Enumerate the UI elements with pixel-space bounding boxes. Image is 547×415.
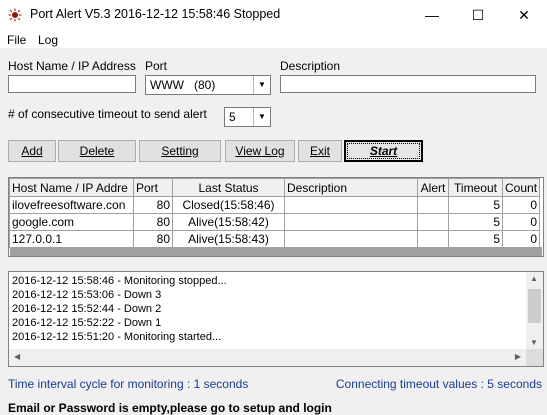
log-textbox[interactable]: 2016-12-12 15:58:46 - Monitoring stopped… (8, 271, 544, 367)
col-header-description[interactable]: Description (284, 178, 418, 197)
chevron-down-icon: ▼ (253, 108, 270, 126)
col-header-host[interactable]: Host Name / IP Addre (9, 178, 134, 197)
cell-count: 0 (501, 196, 541, 214)
port-select-value: WWW (80) (150, 78, 216, 92)
add-button[interactable]: Add (8, 140, 56, 162)
description-label: Description (280, 59, 341, 73)
col-header-port[interactable]: Port (133, 178, 173, 197)
cell-description (284, 213, 418, 231)
cell-timeout: 5 (448, 196, 503, 214)
menu-log[interactable]: Log (38, 33, 58, 47)
start-button[interactable]: Start (344, 140, 423, 162)
cell-description (284, 196, 418, 214)
port-select[interactable]: WWW (80) ▼ (145, 75, 271, 95)
cell-count: 0 (501, 230, 541, 248)
cell-port: 80 (133, 230, 173, 248)
minimize-button[interactable]: — (409, 0, 455, 30)
scroll-down-arrow-icon[interactable]: ▼ (530, 338, 538, 347)
menu-file[interactable]: File (7, 33, 26, 47)
cell-last-status: Alive(15:58:43) (172, 230, 285, 248)
cell-timeout: 5 (448, 213, 503, 231)
timeout-select-value: 5 (229, 110, 236, 124)
log-line: 2016-12-12 15:52:44 - Down 2 (12, 303, 162, 315)
scroll-right-arrow-icon[interactable]: ▶ (515, 352, 521, 361)
host-label: Host Name / IP Address (8, 59, 136, 73)
cell-host: google.com (9, 213, 134, 231)
table-row[interactable]: 127.0.0.1 80 Alive(15:58:43) 5 0 (9, 230, 541, 248)
log-line: 2016-12-12 15:51:20 - Monitoring started… (12, 331, 222, 343)
table-row[interactable]: google.com 80 Alive(15:58:42) 5 0 (9, 213, 541, 231)
view-log-button[interactable]: View Log (225, 140, 295, 162)
timeout-info: Connecting timeout values : 5 seconds (335, 377, 542, 391)
window-title: Port Alert V5.3 2016-12-12 15:58:46 Stop… (30, 7, 281, 21)
description-input[interactable] (280, 75, 536, 93)
hosts-grid[interactable]: Host Name / IP Addre Port Last Status De… (8, 177, 544, 257)
cell-host: 127.0.0.1 (9, 230, 134, 248)
interval-info: Time interval cycle for monitoring : 1 s… (8, 377, 249, 391)
port-label: Port (145, 59, 168, 73)
grid-empty-area (10, 247, 542, 256)
col-header-alert[interactable]: Alert (417, 178, 449, 197)
grid-header-row: Host Name / IP Addre Port Last Status De… (9, 178, 541, 197)
host-input[interactable] (8, 75, 136, 93)
exit-button[interactable]: Exit (298, 140, 342, 162)
cell-host: ilovefreesoftware.con (9, 196, 134, 214)
col-header-count[interactable]: Count (501, 178, 541, 197)
cell-alert (417, 196, 449, 214)
cell-alert (417, 230, 449, 248)
cell-port: 80 (133, 213, 173, 231)
cell-timeout: 5 (448, 230, 503, 248)
col-header-timeout[interactable]: Timeout (448, 178, 503, 197)
chevron-down-icon: ▼ (253, 76, 270, 94)
log-vertical-scrollbar[interactable]: ▲ ▼ (526, 272, 543, 349)
timeout-select[interactable]: 5 ▼ (224, 107, 271, 127)
hosts-table: Host Name / IP Addre Port Last Status De… (9, 178, 541, 248)
scrollbar-thumb[interactable] (528, 289, 541, 323)
app-bug-icon (8, 8, 22, 22)
table-row[interactable]: ilovefreesoftware.con 80 Closed(15:58:46… (9, 196, 541, 214)
delete-button[interactable]: Delete (58, 140, 136, 162)
scroll-left-arrow-icon[interactable]: ◀ (14, 352, 20, 361)
log-line: 2016-12-12 15:52:22 - Down 1 (12, 317, 162, 329)
log-horizontal-scrollbar[interactable]: ◀ ▶ (9, 349, 526, 366)
cell-port: 80 (133, 196, 173, 214)
setting-button[interactable]: Setting (139, 140, 221, 162)
cell-description (284, 230, 418, 248)
cell-last-status: Alive(15:58:42) (172, 213, 285, 231)
status-message: Email or Password is empty,please go to … (8, 401, 332, 415)
log-line: 2016-12-12 15:58:46 - Monitoring stopped… (12, 275, 227, 287)
timeout-label: # of consecutive timeout to send alert (8, 107, 207, 121)
maximize-button[interactable]: ☐ (455, 0, 501, 30)
menu-bar (0, 30, 547, 48)
log-line: 2016-12-12 15:53:06 - Down 3 (12, 289, 162, 301)
cell-last-status: Closed(15:58:46) (172, 196, 285, 214)
cell-alert (417, 213, 449, 231)
scrollbar-corner (526, 349, 543, 366)
scroll-up-arrow-icon[interactable]: ▲ (530, 274, 538, 283)
close-button[interactable]: ✕ (501, 0, 547, 30)
col-header-last-status[interactable]: Last Status (172, 178, 285, 197)
cell-count: 0 (501, 213, 541, 231)
